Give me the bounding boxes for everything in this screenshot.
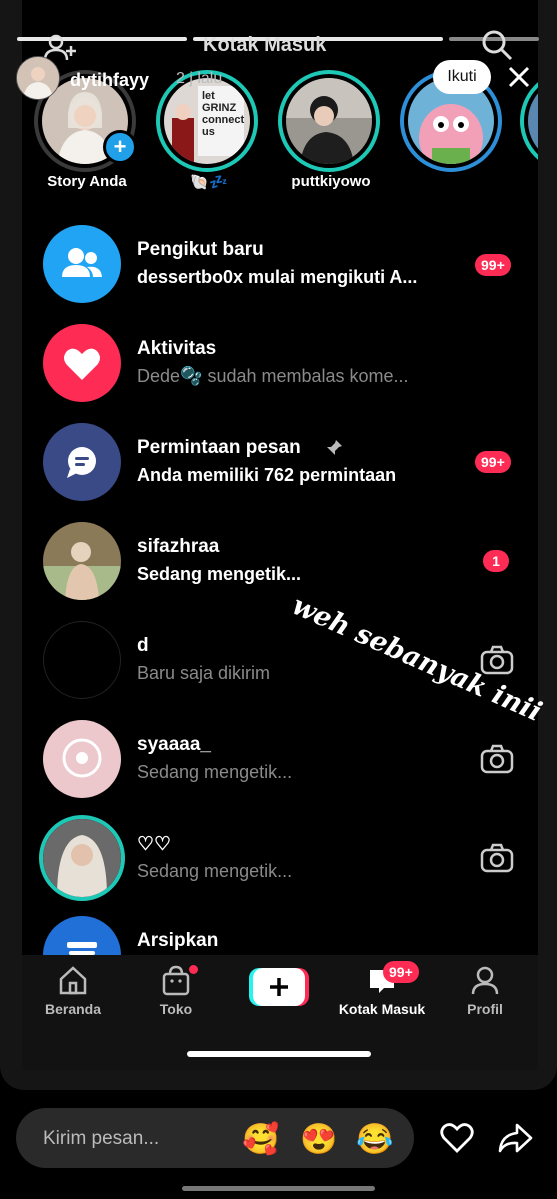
nav-home[interactable]: Beranda (28, 963, 118, 1017)
emoji-reaction-2[interactable]: 😍 (300, 1122, 337, 1157)
item-subtitle: Dede🫧 sudah membalas kome... (137, 366, 409, 386)
share-icon[interactable] (497, 1121, 533, 1155)
unread-badge: 99+ (475, 254, 511, 276)
emoji-reaction-1[interactable]: 🥰 (242, 1122, 279, 1157)
item-subtitle: Sedang mengetik... (137, 861, 293, 881)
close-icon[interactable] (505, 63, 533, 91)
emoji-reaction-3[interactable]: 😂 (356, 1122, 393, 1157)
item-subtitle: Anda memiliki 762 permintaan (137, 465, 397, 485)
chat-icon (43, 423, 121, 501)
story-author-avatar[interactable] (16, 56, 60, 100)
unread-badge: 99+ (475, 451, 511, 473)
unread-badge: 1 (483, 550, 509, 572)
camera-icon[interactable] (480, 843, 514, 873)
story-label-2: 🐚💤 (190, 174, 228, 191)
create-button[interactable] (249, 968, 309, 1006)
follow-button[interactable]: Ikuti (433, 60, 491, 94)
item-subtitle: dessertbo0x mulai mengikuti A... (137, 267, 418, 287)
item-title: Pengikut baru (137, 239, 264, 260)
home-icon (59, 966, 87, 995)
item-subtitle: Sedang mengetik... (137, 564, 302, 584)
inbox-badge: 99+ (383, 961, 419, 983)
nav-shop-label: Toko (159, 1001, 193, 1017)
item-title: Aktivitas (137, 338, 217, 359)
list-item-activity[interactable]: Aktivitas Dede🫧 sudah membalas kome... (22, 324, 538, 414)
list-item-chat-syaaaa[interactable]: syaaaa_ Sedang mengetik... (22, 720, 538, 810)
avatar (43, 720, 121, 798)
shop-dot (189, 965, 198, 974)
item-title: Arsipkan (137, 930, 219, 951)
camera-icon[interactable] (480, 744, 514, 774)
shop-bag-icon (162, 965, 190, 996)
nav-profile[interactable]: Profil (440, 963, 530, 1017)
item-title: ♡♡ (137, 834, 172, 855)
pin-icon (325, 439, 343, 462)
reply-input[interactable]: Kirim pesan... (43, 1128, 159, 1150)
search-icon[interactable] (480, 28, 514, 62)
inbox-panel: + let GRINZ connect us Story Anda 🐚� (22, 0, 538, 1070)
nav-inbox-label: Kotak Masuk (338, 1001, 426, 1017)
avatar (39, 815, 125, 901)
story-3[interactable] (278, 70, 380, 172)
camera-icon[interactable] (480, 645, 514, 675)
inbox-title: Kotak Masuk (203, 34, 327, 56)
list-item-new-followers[interactable]: Pengikut baru dessertbo0x mulai mengikut… (22, 225, 538, 315)
nav-profile-label: Profil (467, 1001, 503, 1017)
nav-inbox[interactable]: 99+ Kotak Masuk (337, 961, 427, 1017)
nav-shop[interactable]: Toko (131, 963, 221, 1017)
people-icon (43, 225, 121, 303)
story-label-own: Story Anda (47, 173, 127, 190)
item-subtitle: Baru saja dikirim (137, 663, 271, 683)
story-time: 2 j lalu (176, 70, 223, 87)
like-heart-icon[interactable] (440, 1122, 474, 1154)
story-label-3: puttkiyowo (291, 173, 371, 190)
item-title: d (137, 635, 149, 656)
nav-home-label: Beranda (44, 1001, 102, 1017)
list-item-message-requests[interactable]: Permintaan pesan Anda memiliki 762 permi… (22, 423, 538, 513)
home-indicator (187, 1051, 371, 1057)
item-title: Permintaan pesan (137, 437, 301, 458)
inbox-screen: + let GRINZ connect us Story Anda 🐚� (0, 0, 557, 1090)
list-item-chat-hearts[interactable]: ♡♡ Sedang mengetik... (22, 815, 538, 905)
add-story-icon[interactable]: + (103, 130, 137, 164)
story-2-sign: let GRINZ connect us (202, 90, 245, 138)
item-title: sifazhraa (137, 536, 220, 557)
gesture-bar (182, 1186, 375, 1191)
heart-icon (43, 324, 121, 402)
story-author-name[interactable]: dytihfayy (70, 70, 149, 91)
list-item-chat-sifazhraa[interactable]: sifazhraa Sedang mengetik... 1 (22, 522, 538, 612)
item-subtitle: Sedang mengetik... (137, 762, 293, 782)
profile-icon (471, 966, 499, 995)
reply-bar[interactable]: Kirim pesan... 🥰 😍 😂 (16, 1108, 414, 1168)
item-title: syaaaa_ (137, 734, 211, 755)
avatar (43, 522, 121, 600)
avatar (43, 621, 121, 699)
